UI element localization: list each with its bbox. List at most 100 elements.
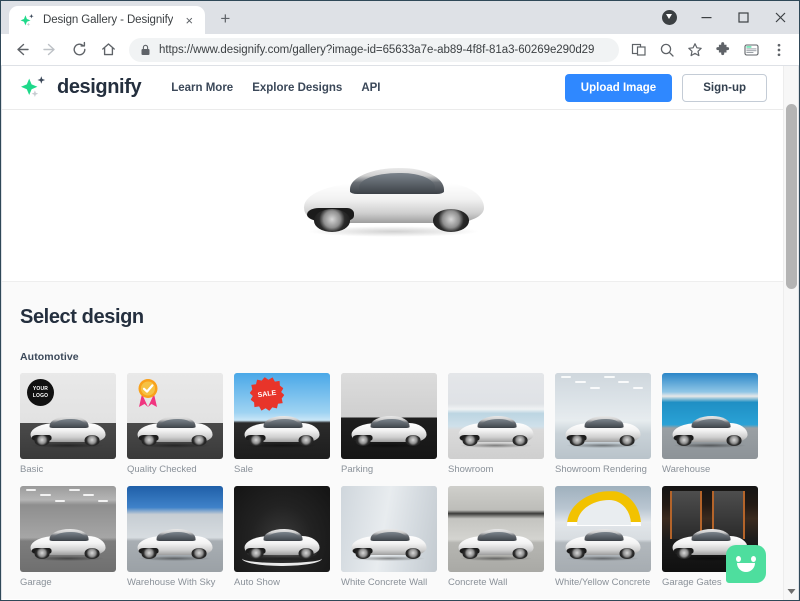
car-glass [696, 532, 727, 540]
browser-window: Design Gallery - Designify × + [0, 0, 800, 601]
page-title: Select design [20, 306, 767, 329]
section-label-automotive: Automotive [20, 351, 767, 363]
design-card[interactable]: Auto Show [234, 486, 330, 588]
design-thumbnail[interactable] [20, 486, 116, 572]
signup-button[interactable]: Sign-up [682, 74, 767, 102]
nav-link-explore-designs[interactable]: Explore Designs [252, 82, 342, 94]
design-card-label: White/Yellow Concrete [555, 577, 651, 588]
more-menu-icon[interactable] [765, 36, 793, 64]
tab-title: Design Gallery - Designify [43, 14, 173, 26]
home-icon[interactable] [94, 36, 122, 64]
car-graphic [352, 409, 427, 449]
forward-icon[interactable] [36, 36, 64, 64]
logo-badge-line2: LOGO [33, 393, 49, 399]
car-graphic [352, 522, 427, 562]
design-card[interactable]: Quality Checked [127, 373, 223, 475]
brand-name: designify [57, 76, 141, 99]
design-card[interactable]: Concrete Wall [448, 486, 544, 588]
design-card[interactable]: Showroom Rendering [555, 373, 651, 475]
car-glass [161, 419, 192, 427]
design-thumbnail[interactable] [127, 373, 223, 459]
car-front-wheel [314, 209, 350, 231]
chat-eye-left [736, 556, 741, 562]
toolbar-right-icons [625, 36, 793, 64]
design-card[interactable]: Warehouse With Sky [127, 486, 223, 588]
close-window-button[interactable] [762, 1, 799, 33]
new-tab-button[interactable]: + [211, 5, 239, 33]
car-graphic [459, 409, 534, 449]
upload-image-button[interactable]: Upload Image [565, 74, 672, 102]
profile-icon[interactable] [737, 36, 765, 64]
design-thumbnail[interactable] [234, 486, 330, 572]
brand-logo[interactable]: designify [20, 75, 141, 101]
car-glass [54, 532, 85, 540]
design-card-label: Quality Checked [127, 464, 223, 475]
address-bar[interactable]: https://www.designify.com/gallery?image-… [129, 38, 619, 62]
design-thumbnail[interactable] [448, 486, 544, 572]
design-card[interactable]: White/Yellow Concrete [555, 486, 651, 588]
design-card-label: Showroom Rendering [555, 464, 651, 475]
quality-check-rosette-icon [135, 378, 161, 408]
chat-smiley-icon[interactable] [726, 545, 766, 583]
search-icon[interactable] [653, 36, 681, 64]
car-rear-wheel [433, 209, 469, 231]
design-card[interactable]: Showroom [448, 373, 544, 475]
split-screen-icon[interactable] [625, 36, 653, 64]
design-card-label: Sale [234, 464, 330, 475]
design-card[interactable]: White Concrete Wall [341, 486, 437, 588]
lock-icon [140, 44, 151, 56]
car-glass [589, 532, 620, 540]
car-glass [268, 419, 299, 427]
car-glass [696, 419, 727, 427]
car-graphic [566, 409, 641, 449]
design-thumbnail[interactable]: SALE [234, 373, 330, 459]
extensions-puzzle-icon[interactable] [709, 36, 737, 64]
car-graphic [245, 522, 320, 562]
window-controls [656, 1, 799, 33]
car-graphic [31, 409, 106, 449]
design-card-label: Showroom [448, 464, 544, 475]
design-thumbnail[interactable] [341, 373, 437, 459]
minimize-button[interactable] [688, 1, 725, 33]
design-card[interactable]: YOURLOGO Basic [20, 373, 116, 475]
download-icon[interactable] [656, 1, 682, 33]
design-card[interactable]: Garage [20, 486, 116, 588]
url-text: https://www.designify.com/gallery?image-… [159, 44, 594, 56]
design-thumbnail[interactable] [555, 373, 651, 459]
back-icon[interactable] [7, 36, 35, 64]
uploaded-car-image[interactable] [304, 153, 484, 239]
maximize-button[interactable] [725, 1, 762, 33]
design-thumbnail[interactable] [662, 373, 758, 459]
browser-toolbar: https://www.designify.com/gallery?image-… [1, 34, 799, 65]
design-thumbnail[interactable] [127, 486, 223, 572]
car-graphic [138, 409, 213, 449]
site-nav: Learn More Explore Designs API [171, 82, 380, 94]
design-thumbnail[interactable] [448, 373, 544, 459]
car-glass [54, 419, 85, 427]
design-thumbnail[interactable] [555, 486, 651, 572]
car-graphic [138, 522, 213, 562]
page-scrollbar[interactable] [783, 66, 798, 600]
reload-icon[interactable] [65, 36, 93, 64]
nav-link-learn-more[interactable]: Learn More [171, 82, 233, 94]
tab-strip: Design Gallery - Designify × + [1, 5, 239, 34]
bookmark-star-icon[interactable] [681, 36, 709, 64]
design-card-label: Auto Show [234, 577, 330, 588]
scrollbar-thumb[interactable] [786, 104, 797, 289]
design-card[interactable]: Warehouse [662, 373, 758, 475]
scroll-down-arrow-icon[interactable] [784, 584, 799, 598]
design-card-label: Warehouse With Sky [127, 577, 223, 588]
title-bar: Design Gallery - Designify × + [1, 1, 799, 34]
design-thumbnail[interactable] [341, 486, 437, 572]
design-thumbnail[interactable]: YOURLOGO [20, 373, 116, 459]
car-graphic [31, 522, 106, 562]
browser-tab[interactable]: Design Gallery - Designify × [9, 6, 205, 34]
design-card-label: Basic [20, 464, 116, 475]
design-card[interactable]: SALE Sale [234, 373, 330, 475]
design-card-label: White Concrete Wall [341, 577, 437, 588]
ceiling-lights [20, 486, 116, 512]
design-card[interactable]: Parking [341, 373, 437, 475]
nav-link-api[interactable]: API [361, 82, 380, 94]
close-icon[interactable]: × [181, 12, 197, 28]
car-graphic [304, 153, 484, 239]
